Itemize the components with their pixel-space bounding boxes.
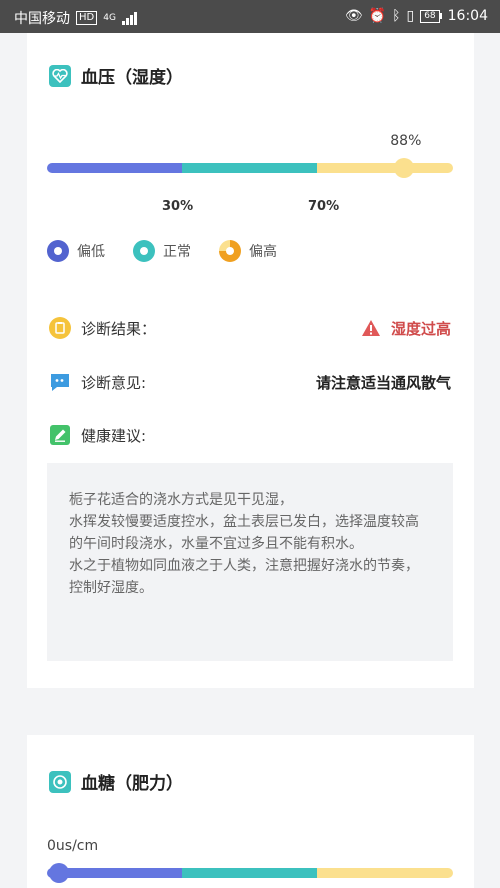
clock: 16:04 [447, 8, 488, 24]
card-title: 血压（湿度） [81, 68, 183, 88]
card-header: 血糖（肥力） [49, 769, 183, 794]
value-indicator [49, 863, 70, 883]
value-indicator [394, 158, 415, 178]
health-advice-label: 健康建议: [81, 426, 147, 445]
signal-icon [121, 11, 137, 25]
eye-icon: 👁 [344, 8, 363, 24]
alarm-icon: ⏰ [368, 8, 387, 24]
current-value-label: 88% [390, 133, 422, 149]
legend-normal: 正常 [133, 240, 191, 262]
battery-icon: 68 [420, 9, 442, 23]
bluetooth-icon: ᛒ [392, 8, 401, 24]
diagnosis-opinion-label: 诊断意见: [81, 373, 147, 392]
legend-normal-label: 正常 [163, 244, 191, 260]
blood-pressure-card: 血压（湿度） 88% 30% 70% 偏低 正常 偏高 诊断结果： 湿度过高 诊… [27, 33, 474, 688]
card-header: 血压（湿度） [49, 63, 183, 88]
vibrate-icon: ▯ [406, 8, 415, 24]
chat-icon [49, 371, 71, 393]
high-dot-icon [219, 240, 241, 262]
diagnosis-result-text: 湿度过高 [390, 319, 451, 338]
hd-badge: HD [76, 11, 98, 25]
advice-line: 栀子花适合的浇水方式是见干见湿， [69, 492, 293, 508]
tick-label-70: 70% [308, 199, 340, 214]
tick-label-30: 30% [162, 199, 194, 214]
current-value-label: 0us/cm [47, 838, 99, 854]
health-advice-row: 健康建议: [49, 423, 451, 447]
heart-rate-icon [49, 64, 71, 87]
fertility-icon [49, 770, 71, 793]
range-normal-segment [182, 163, 318, 173]
diagnosis-result-value: 湿度过高 [361, 318, 451, 339]
diagnosis-result-row: 诊断结果： 湿度过高 [49, 316, 451, 340]
network-type: 4G [103, 13, 116, 23]
low-dot-icon [47, 240, 69, 262]
carrier-name: 中国移动 [14, 11, 70, 27]
legend-high: 偏高 [219, 240, 277, 262]
status-bar: 中国移动 HD 4G 👁 ⏰ ᛒ ▯ 68 16:04 [0, 0, 500, 33]
warning-icon [361, 320, 380, 336]
advice-line: 水挥发较慢要适度控水，盆土表层已发白，选择温度较高的午间时段浇水，水量不宜过多且… [69, 514, 419, 552]
range-high-segment [317, 163, 453, 173]
range-low-segment [47, 163, 183, 173]
advice-line: 水之于植物如同血液之于人类，注意把握好浇水的节奏，控制好湿度。 [69, 558, 419, 596]
legend-low: 偏低 [47, 240, 105, 262]
range-bar [47, 163, 453, 173]
diagnosis-opinion-value: 请注意适当通风散气 [315, 373, 451, 392]
diagnosis-result-label: 诊断结果： [81, 319, 157, 338]
blood-sugar-card: 血糖（肥力） 0us/cm [27, 735, 474, 888]
card-title: 血糖（肥力） [81, 774, 183, 794]
legend-high-label: 偏高 [249, 244, 277, 260]
diagnosis-opinion-row: 诊断意见: 请注意适当通风散气 [49, 370, 451, 394]
health-advice-box: 栀子花适合的浇水方式是见干见湿， 水挥发较慢要适度控水，盆土表层已发白，选择温度… [47, 463, 453, 661]
clipboard-icon [49, 317, 71, 339]
normal-dot-icon [133, 240, 155, 262]
range-bar [47, 868, 453, 878]
legend: 偏低 正常 偏高 [47, 240, 277, 262]
edit-icon [49, 424, 71, 446]
legend-low-label: 偏低 [77, 244, 105, 260]
